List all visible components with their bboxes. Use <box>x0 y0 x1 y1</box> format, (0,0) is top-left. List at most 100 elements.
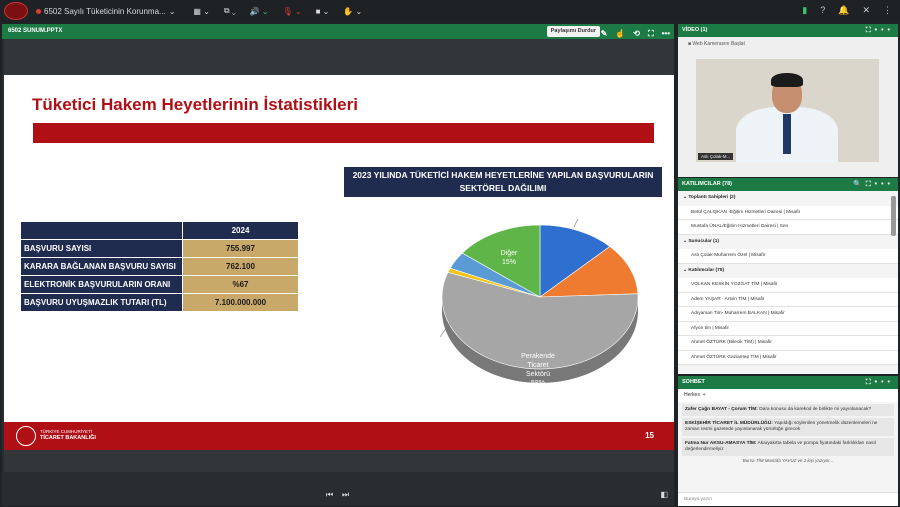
pie-data-label: Ticaret <box>527 362 548 369</box>
participant-row[interactable]: Adıyaman Tim- Muharrem BALKAN | Misafir <box>678 307 898 322</box>
chat-header-title: SOHBET <box>682 379 705 385</box>
camera-button[interactable]: ■ ⌄ <box>316 7 330 16</box>
participant-name: Mustafa ÜNAL/Eğitim Hizmetleri Dairesi |… <box>691 224 789 229</box>
help-icon[interactable]: ? <box>820 5 825 16</box>
participant-row[interactable]: Aslı Çolak-Muharrem Özel | Misafir <box>678 249 898 264</box>
recording-dot-icon <box>36 8 41 14</box>
meeting-title-text: 6502 Sayılı Tüketicinin Korunma... <box>44 6 166 16</box>
participant-name: Ahmet ÖZTÜRK (Bilecik TİM) | Misafir <box>691 340 772 345</box>
participants-header-title: KATILIMCILAR (78) <box>682 181 733 187</box>
pie-data-label: Sektörü <box>526 371 550 378</box>
stats-table: 2024 BAŞVURU SAYISI 755.997 KARARA BAĞLAN… <box>20 221 299 312</box>
chat-message-sender: Fatma Nur AKSU-AMASYA TİM: <box>685 441 757 446</box>
prev-slide-icon[interactable]: ⏮ <box>326 490 333 500</box>
slide-top-band <box>4 39 674 75</box>
exit-fullscreen-icon[interactable]: ✕ <box>862 5 870 16</box>
participant-row[interactable]: Adem YAŞAR - Artvin TİM | Misafir <box>678 292 898 307</box>
participant-row[interactable]: Ahmet ÖZTÜRK Gaziantep TİM | Misafir <box>678 350 898 365</box>
mic-button[interactable]: 🎙 ⌄ <box>283 7 302 16</box>
ministry-seal-icon <box>16 426 36 446</box>
chat-pod: SOHBET ⛶••• Herkes + Zafer Çağrı BAYAT - … <box>678 376 898 506</box>
slide-page-number: 15 <box>645 431 654 440</box>
row-label: ELEKTRONİK BAŞVURULARIN ORANI <box>20 275 183 294</box>
presentation-header: 6502 SUNUM.PPTX Paylaşımı Durdur ✎ ☝ ⟲ ⛶… <box>2 24 674 39</box>
participant-name: Aslı Çolak-Muharrem Özel | Misafir <box>691 253 766 258</box>
participant-group-header[interactable]: ⌄ Sunucular (1) <box>678 234 898 249</box>
presentation-pod: 6502 SUNUM.PPTX Paylaşımı Durdur ✎ ☝ ⟲ ⛶… <box>2 24 674 506</box>
chat-message-text: Dara konusu da karekod ile birlikte mi y… <box>759 407 872 412</box>
speaker-button[interactable]: 🔊 ⌄ <box>250 7 269 16</box>
participant-name: Ahmet ÖZTÜRK Gaziantep TİM | Misafir <box>691 354 777 360</box>
sidebar-toggle-icon[interactable]: ◧ <box>660 490 668 499</box>
stop-sharing-button[interactable]: Paylaşımı Durdur <box>546 26 600 37</box>
participant-name: Afyon tim | Misafir <box>691 325 730 331</box>
participant-row[interactable]: Mustafa ÜNAL/Eğitim Hizmetleri Dairesi |… <box>678 220 898 235</box>
participants-menu-icon[interactable]: 🔍⛶••• <box>853 178 894 191</box>
pie-data-label: 15% <box>502 259 516 266</box>
slide-title: Tüketici Hakem Heyetlerinin İstatistikle… <box>32 95 358 114</box>
meeting-title[interactable]: 6502 Sayılı Tüketicinin Korunma... ⌄ <box>36 7 175 16</box>
video-pod: VİDEO (1) ⛶••• ■ Web Kamerasını Başlat As… <box>678 24 898 177</box>
video-name-tag: Aslı Çolak-M... <box>698 153 734 160</box>
file-name: 6502 SUNUM.PPTX <box>8 28 63 34</box>
table-row: BAŞVURU SAYISI 755.997 <box>20 239 299 258</box>
video-header: VİDEO (1) ⛶••• <box>678 24 898 37</box>
footer-org: TÜRKİYE CUMHURİYETİ TİCARET BAKANLIĞI <box>40 429 96 441</box>
participant-name: VOLKAN KESKİN YOZGAT TİM | Misafir <box>691 282 778 287</box>
signal-icon: ▮ <box>802 5 808 15</box>
video-feed: Aslı Çolak-M... <box>696 59 879 162</box>
layout-button[interactable]: ▦ ⌄ <box>193 7 209 16</box>
chat-message: Fatma Nur AKSU-AMASYA TİM: Akaryakıtta t… <box>682 438 894 456</box>
pod-menu-icon[interactable]: ⛶••• <box>866 24 894 37</box>
row-label: KARARA BAĞLANAN BAŞVURU SAYISI <box>20 257 183 276</box>
video-person-hair <box>771 73 803 87</box>
chat-message-sender: Zafer Çağrı BAYAT - Çorum TİM: <box>685 407 758 412</box>
participants-header: KATILIMCILAR (78) 🔍⛶••• <box>678 178 898 191</box>
chat-messages: Zafer Çağrı BAYAT - Çorum TİM: Dara konu… <box>678 404 898 456</box>
title-bar <box>33 123 654 143</box>
participant-row[interactable]: Afyon tim | Misafir <box>678 321 898 336</box>
pie-leader-line <box>573 219 579 228</box>
slide-bottom-band <box>4 450 674 472</box>
chevron-down-icon: ⌄ <box>168 6 176 16</box>
ministry-logo-icon <box>4 2 28 20</box>
chat-header: SOHBET ⛶••• <box>678 376 898 389</box>
pie-data-label: 58% <box>531 380 545 387</box>
start-webcam-button[interactable]: ■ Web Kamerasını Başlat <box>688 41 745 47</box>
participant-row[interactable]: Ahmet ÖZTÜRK (Bilecik TİM) | Misafir <box>678 336 898 351</box>
raise-hand-button[interactable]: ✋ ⌄ <box>343 7 362 16</box>
participant-name: Betül ÇALIŞKAN -Eğitim Hizmetleri Daires… <box>691 209 801 215</box>
app-topbar: 6502 Sayılı Tüketicinin Korunma... ⌄ ▦ ⌄… <box>0 0 900 22</box>
participant-group-header[interactable]: ⌄ Katılımcılar (75) <box>678 263 898 278</box>
table-row: ELEKTRONİK BAŞVURULARIN ORANI %67 <box>20 275 299 294</box>
table-header-empty <box>20 221 183 240</box>
row-value: %67 <box>182 275 299 294</box>
row-value: 7.100.000.000 <box>182 293 299 312</box>
chat-menu-icon[interactable]: ⛶••• <box>866 376 894 389</box>
pie-data-label: Perakende <box>521 353 555 360</box>
row-label: BAŞVURU SAYISI <box>20 239 183 258</box>
slide: Tüketici Hakem Heyetlerinin İstatistikle… <box>4 39 674 472</box>
pie-data-label: Diğer <box>501 250 518 257</box>
add-tab-icon[interactable]: + <box>703 392 706 398</box>
participant-group-header[interactable]: ⌄ Toplantı Sahipleri (2) <box>678 191 898 206</box>
bell-icon[interactable]: 🔔 <box>838 5 849 16</box>
video-person-tie <box>783 114 791 154</box>
row-label: BAŞVURU UYUŞMAZLIK TUTARI (TL) <box>20 293 183 312</box>
pie-chart: Perakende Ticaret Sektörü 58% Diğer 15% <box>439 219 639 387</box>
participant-row[interactable]: Betül ÇALIŞKAN -Eğitim Hizmetleri Daires… <box>678 205 898 220</box>
participants-scrollbar[interactable] <box>891 196 896 236</box>
settings-icon[interactable]: ⋮ <box>883 5 892 16</box>
table-header-year: 2024 <box>182 221 299 240</box>
slide-footer: TÜRKİYE CUMHURİYETİ TİCARET BAKANLIĞI 15 <box>4 422 674 450</box>
participant-row[interactable]: VOLKAN KESKİN YOZGAT TİM | Misafir <box>678 278 898 293</box>
chat-message: ESKİŞEHİR TİCARET İL MÜDÜRLÜĞÜ: Yapıldığ… <box>682 418 894 436</box>
chat-message-sender: ESKİŞEHİR TİCARET İL MÜDÜRLÜĞÜ: <box>685 421 773 426</box>
next-slide-icon[interactable]: ⏭ <box>342 490 349 500</box>
chat-tab-everyone[interactable]: Herkes + <box>678 389 898 402</box>
share-button[interactable]: ⧉ ⌄ <box>224 6 236 16</box>
table-header-row: 2024 <box>20 221 299 240</box>
table-row: BAŞVURU UYUŞMAZLIK TUTARI (TL) 7.100.000.… <box>20 293 299 312</box>
slide-navigation: ⏮ ⏭ ◧ <box>2 486 674 506</box>
chat-input[interactable]: Buraya yazın <box>678 492 898 506</box>
